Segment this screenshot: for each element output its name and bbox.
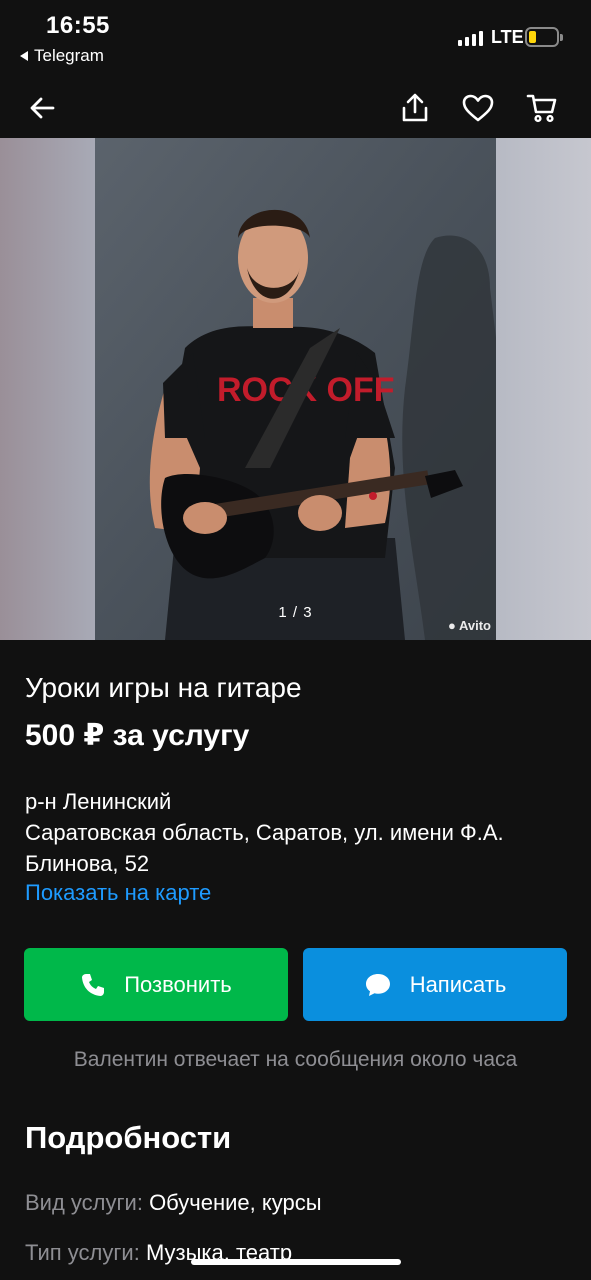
- avito-logo-icon: ●: [447, 618, 456, 633]
- listing-title: Уроки игры на гитаре: [25, 672, 302, 703]
- call-button[interactable]: Позвонить: [24, 948, 288, 1021]
- show-on-map-link[interactable]: Показать на карте: [25, 880, 211, 906]
- detail-value: Обучение, курсы: [149, 1190, 322, 1215]
- battery-icon: [525, 27, 563, 47]
- photo-gallery[interactable]: ROCK OFF 1 / 3 ● Avito: [0, 138, 591, 640]
- listing-photo: ROCK OFF: [95, 138, 496, 640]
- back-arrow-icon: [30, 97, 55, 119]
- avito-watermark: ● Avito: [448, 618, 491, 633]
- prev-photo-preview: [0, 138, 95, 640]
- listing-price: 500 ₽ за услугу: [25, 719, 250, 752]
- listing-page: 16:55 Telegram LTE ROCK OFF 1 / 3 ● Avit…: [0, 0, 591, 1280]
- favorite-button[interactable]: [454, 84, 502, 132]
- listing-address: р-н Ленинский Саратовская область, Сарат…: [25, 786, 565, 879]
- back-button[interactable]: [18, 84, 66, 132]
- status-bar: 16:55 Telegram LTE: [0, 0, 591, 78]
- call-label: Позвонить: [124, 971, 232, 997]
- reply-time-note: Валентин отвечает на сообщения около час…: [73, 1048, 518, 1071]
- home-indicator[interactable]: [191, 1259, 401, 1265]
- phone-icon: [82, 973, 105, 996]
- next-photo-preview: [496, 138, 591, 640]
- status-time: 16:55: [46, 12, 110, 39]
- detail-row: Вид услуги: Обучение, курсы: [25, 1190, 322, 1216]
- back-app-label: Telegram: [34, 46, 104, 65]
- chat-bubble-icon: [365, 973, 390, 996]
- heart-icon: [462, 94, 494, 122]
- detail-key: Тип услуги:: [25, 1240, 140, 1265]
- cart-button[interactable]: [518, 84, 566, 132]
- share-button[interactable]: [391, 84, 439, 132]
- message-label: Написать: [409, 971, 507, 997]
- back-triangle-icon: [20, 51, 28, 61]
- back-to-app-link[interactable]: Telegram: [20, 46, 104, 66]
- share-icon: [402, 93, 428, 122]
- address-line: Саратовская область, Саратов, ул. имени …: [25, 820, 504, 876]
- details-heading: Подробности: [25, 1120, 232, 1155]
- cart-icon: [526, 94, 557, 123]
- network-label: LTE: [491, 27, 524, 47]
- top-nav: [0, 78, 591, 138]
- watermark-label: Avito: [458, 618, 491, 633]
- detail-key: Вид услуги:: [25, 1190, 143, 1215]
- district: р-н Ленинский: [25, 789, 172, 814]
- photo-counter: 1 / 3: [278, 604, 313, 621]
- signal-icon: [458, 30, 483, 46]
- message-button[interactable]: Написать: [303, 948, 567, 1021]
